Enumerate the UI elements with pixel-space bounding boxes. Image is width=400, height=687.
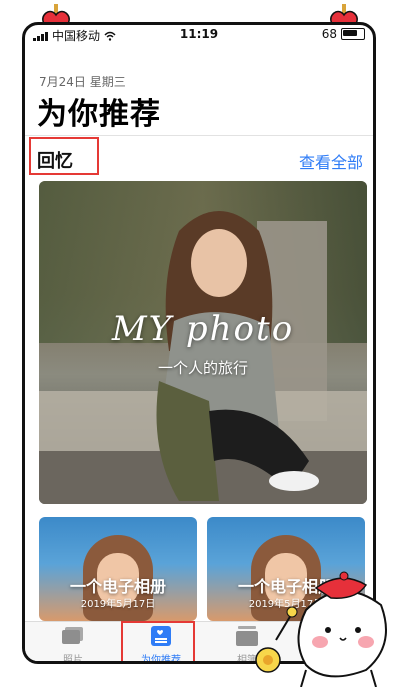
see-all-link[interactable]: 查看全部	[299, 149, 363, 173]
phone-screen: 中国移动 11:19 68 7月24日 星期三 为你推荐 回忆 查看全部 MY …	[22, 22, 376, 664]
highlight-box	[121, 621, 195, 661]
memory-card[interactable]: 一个电子相册 2019年5月17日	[39, 517, 197, 621]
page-title: 为你推荐	[37, 97, 161, 132]
status-time: 11:19	[179, 27, 219, 41]
cat-sticker-icon	[255, 571, 387, 687]
tab-label: 照片	[63, 655, 83, 664]
photos-icon	[62, 627, 83, 644]
hero-subtitle: 一个人的旅行	[157, 359, 248, 377]
battery-percent: 68	[321, 27, 337, 41]
battery-icon	[341, 28, 365, 40]
tab-photos[interactable]: 照片	[33, 626, 113, 664]
card-title: 一个电子相册	[69, 577, 166, 596]
hero-person-image	[156, 211, 319, 501]
signal-icon	[33, 31, 48, 41]
status-bar: 中国移动 11:19 68	[25, 25, 373, 45]
wifi-icon	[104, 31, 116, 41]
memory-hero-card[interactable]: MY photo 一个人的旅行	[39, 181, 367, 504]
card-date: 2019年5月17日	[80, 599, 156, 610]
carrier-label: 中国移动	[52, 29, 101, 43]
divider	[25, 135, 373, 136]
header-date: 7月24日 星期三	[39, 75, 126, 89]
section-title-memories: 回忆	[37, 151, 73, 172]
hero-title: MY photo	[111, 309, 295, 349]
